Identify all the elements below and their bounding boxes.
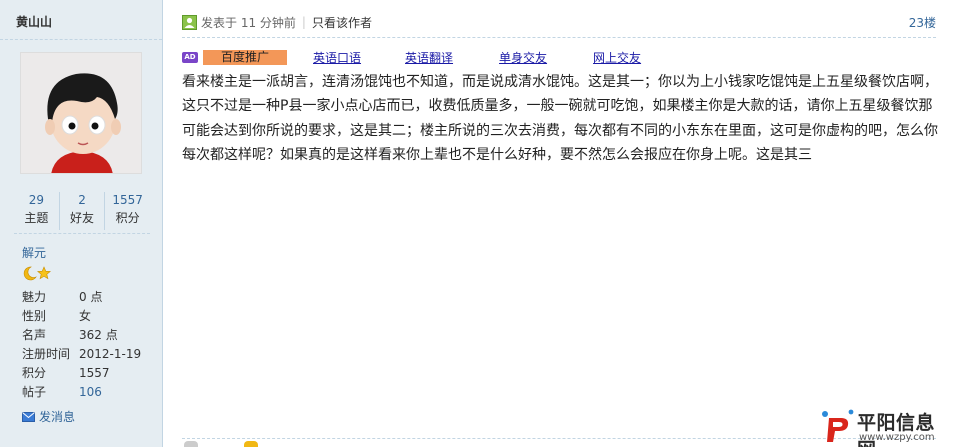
ad-link-english-speaking[interactable]: 英语口语 [313,49,361,66]
profile-key: 性别 [22,309,47,323]
author-sidebar: 黄山山 29 主题 2 好友 1557 积分 解元 魅力 0 点 性别 女 名声… [0,0,163,447]
user-rank[interactable]: 解元 [22,244,46,261]
profile-key: 名声 [22,328,47,342]
avatar[interactable] [20,52,142,174]
profile-value: 2012-1-19 [79,347,142,361]
profile-posts-link[interactable]: 106 [79,383,102,402]
profile-row: 注册时间 2012-1-19 [22,345,152,364]
ad-icon: AD [182,51,198,63]
envelope-icon [22,411,35,422]
only-author-link[interactable]: 只看该作者 [312,14,372,31]
watermark-url: www.wzpy.com [859,432,935,443]
stat-label: 好友 [70,211,95,225]
stat-label: 积分 [115,211,140,225]
profile-info: 魅力 0 点 性别 女 名声 362 点 注册时间 2012-1-19 积分 1… [22,288,152,402]
profile-key: 帖子 [22,385,47,399]
divider [182,37,936,38]
profile-row: 名声 362 点 [22,326,152,345]
profile-value: 1557 [79,366,110,380]
profile-value: 女 [79,309,92,323]
profile-key: 积分 [22,366,47,380]
site-logo-icon [822,409,854,442]
ad-baidu-promo[interactable]: 百度推广 [203,49,287,65]
profile-row: 魅力 0 点 [22,288,152,307]
divider: | [301,15,306,29]
author-name[interactable]: 黄山山 [0,0,162,40]
profile-row: 性别 女 [22,307,152,326]
profile-value: 0 点 [79,290,103,304]
profile-row: 帖子 106 [22,383,152,402]
send-message-button[interactable]: 发消息 [22,408,75,425]
post-actions [184,441,258,447]
rank-stars [22,265,52,281]
post-header: 发表于 11 分钟前 | 只看该作者 23楼 [182,12,936,32]
stat-points[interactable]: 1557 积分 [105,192,150,230]
ad-bar: AD 百度推广 英语口语 英语翻译 单身交友 网上交友 [182,49,641,65]
stat-value[interactable]: 29 [14,192,59,209]
online-user-icon [182,14,197,30]
moon-star-icon [23,266,51,281]
stat-topics[interactable]: 29 主题 [14,192,60,230]
profile-row: 积分 1557 [22,364,152,383]
site-watermark: 平阳信息网 www.wzpy.com [819,406,954,447]
author-stats: 29 主题 2 好友 1557 积分 [14,192,150,230]
ad-link-singles-dating[interactable]: 单身交友 [499,49,547,66]
stat-value[interactable]: 2 [60,192,105,209]
reply-icon[interactable] [184,441,198,447]
profile-value: 362 点 [79,328,118,342]
rate-icon[interactable] [244,441,258,447]
profile-key: 注册时间 [22,347,71,361]
ad-link-english-translation[interactable]: 英语翻译 [405,49,453,66]
stat-value[interactable]: 1557 [105,192,150,209]
post-time: 发表于 11 分钟前 [201,15,296,30]
stat-friends[interactable]: 2 好友 [60,192,106,230]
stat-label: 主题 [24,211,49,225]
floor-number[interactable]: 23楼 [909,14,936,31]
profile-key: 魅力 [22,290,47,304]
send-message-label: 发消息 [39,410,76,424]
ad-link-online-dating[interactable]: 网上交友 [593,49,641,66]
post-meta: 发表于 11 分钟前 [182,14,296,31]
divider [14,233,150,234]
post-content: 看来楼主是一派胡言，连清汤馄饨也不知道，而是说成清水馄饨。这是其一；你以为上小钱… [182,74,938,163]
